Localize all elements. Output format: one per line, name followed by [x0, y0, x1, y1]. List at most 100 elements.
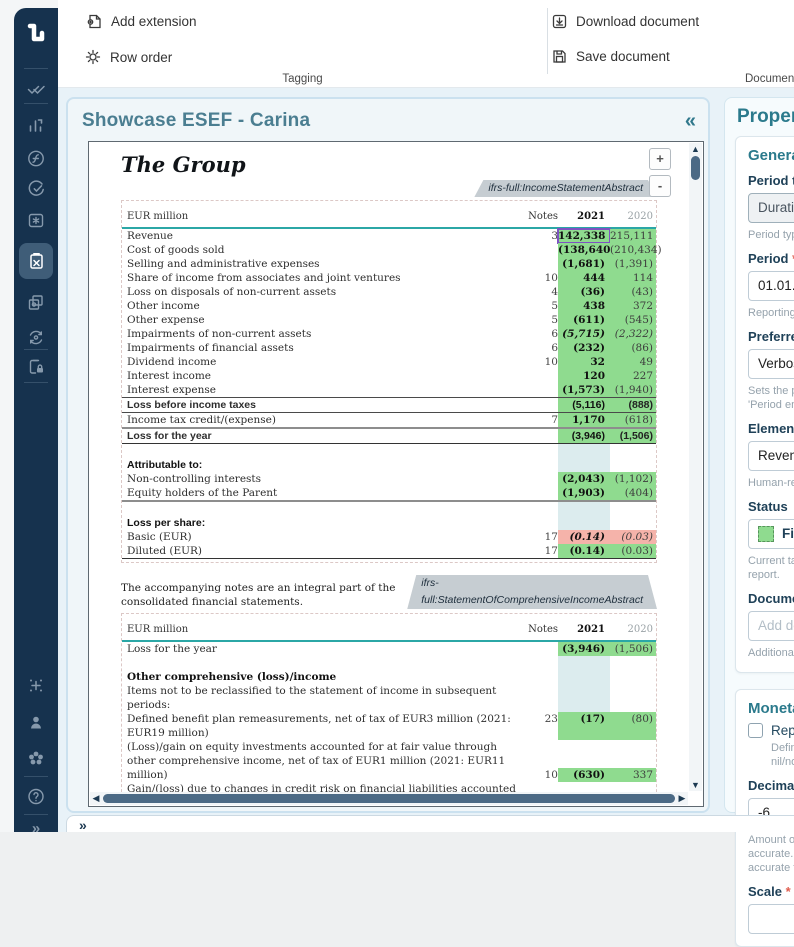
value-2020[interactable]: (1,506) — [610, 642, 656, 656]
expand-bottom-panel-icon[interactable]: » — [79, 817, 87, 833]
table-row[interactable]: Loss per share: — [122, 516, 656, 530]
xbrl-tag-income-statement[interactable]: ifrs-full:IncomeStatementAbstract — [474, 180, 657, 197]
value-2020[interactable]: (1,506) — [610, 429, 656, 443]
value-2020[interactable]: (0.03) — [610, 544, 656, 558]
table-row[interactable]: Other income5438372 — [122, 299, 656, 313]
value-2020[interactable]: (0.03) — [610, 530, 656, 544]
table-row[interactable]: Non-controlling interests(2,043)(1,102) — [122, 472, 656, 486]
value-2021[interactable]: (5,715) — [558, 327, 610, 341]
row-order-button[interactable]: Row order — [84, 48, 172, 66]
table-row[interactable]: Other expense5(611)(545) — [122, 313, 656, 327]
value-2021[interactable]: (17) — [558, 712, 610, 740]
value-2021[interactable] — [558, 670, 610, 684]
value-2020[interactable]: (1,391) — [610, 257, 656, 271]
value-2021[interactable]: (1,903) — [558, 486, 610, 500]
value-2021[interactable] — [558, 684, 610, 712]
table-row[interactable]: Impairments of non-current assets6(5,715… — [122, 327, 656, 341]
value-2021[interactable]: (3,946) — [558, 642, 610, 656]
value-2020[interactable]: (1,940) — [610, 383, 656, 397]
value-2021[interactable]: 32 — [558, 355, 610, 369]
vertical-scroll-thumb[interactable] — [691, 156, 700, 180]
table-row[interactable]: (Loss)/gain on equity investments accoun… — [122, 740, 656, 782]
value-2021[interactable]: (36) — [558, 285, 610, 299]
value-2020[interactable] — [610, 502, 656, 516]
table-row[interactable]: Basic (EUR)17(0.14)(0.03) — [122, 530, 656, 544]
user-icon[interactable] — [27, 713, 46, 732]
table-row[interactable]: Loss for the year(3,946)(1,506) — [122, 642, 656, 656]
value-2021[interactable]: 438 — [558, 299, 610, 313]
value-2020[interactable]: (210,434) — [610, 243, 656, 257]
horizontal-scroll-thumb[interactable] — [103, 794, 675, 803]
value-2021[interactable]: (232) — [558, 341, 610, 355]
table-row[interactable]: Income tax credit/(expense)71,170(618) — [122, 413, 656, 429]
value-2021[interactable]: (0.14) — [558, 544, 610, 558]
scroll-left-icon[interactable]: ◀ — [90, 792, 102, 805]
xbrl-tag-comprehensive-income[interactable]: ifrs-full:StatementOfComprehensiveIncome… — [407, 575, 657, 609]
value-2021[interactable]: 1,170 — [558, 413, 610, 427]
table-row[interactable]: Cost of goods sold(138,640)(210,434) — [122, 243, 656, 257]
table-row[interactable]: Loss on disposals of non-current assets4… — [122, 285, 656, 299]
selected-fact-cell[interactable]: 142,338 — [558, 229, 610, 243]
value-2021[interactable]: (2,043) — [558, 472, 610, 486]
value-2020[interactable]: 114 — [610, 271, 656, 285]
table-row[interactable]: Other comprehensive (loss)/income — [122, 670, 656, 684]
spreadsheet-tagging-icon-active[interactable] — [19, 243, 53, 279]
element-label-input[interactable]: Revenue — [748, 441, 794, 471]
period-type-input[interactable]: Duration — [748, 193, 794, 223]
value-2021[interactable]: (1,681) — [558, 257, 610, 271]
table-row[interactable]: Items not to be reclassified to the stat… — [122, 684, 656, 712]
bar-chart-icon[interactable] — [27, 116, 46, 135]
scale-input[interactable] — [748, 904, 794, 934]
note-star-icon[interactable] — [27, 211, 46, 230]
value-2020[interactable]: 337 — [610, 768, 656, 782]
collapse-panel-icon[interactable]: « — [685, 110, 696, 133]
value-2020[interactable]: (43) — [610, 285, 656, 299]
value-2020[interactable]: (1,102) — [610, 472, 656, 486]
value-2021[interactable]: (138,640) — [558, 243, 610, 257]
table-row[interactable]: Selling and administrative expenses(1,68… — [122, 257, 656, 271]
value-2021[interactable]: (3,946) — [558, 429, 610, 443]
documentation-input[interactable]: Add documentation — [748, 611, 794, 641]
value-2020[interactable]: (545) — [610, 313, 656, 327]
expand-sidebar-icon[interactable]: » — [32, 820, 40, 837]
table-row[interactable]: Gain/(loss) due to changes in credit ris… — [122, 782, 656, 792]
preferred-label-input[interactable]: Verbose label — [748, 349, 794, 379]
table-row[interactable]: Revenue3142,338215,111 — [122, 229, 656, 243]
value-2020[interactable] — [610, 444, 656, 458]
clipboard-lock-icon[interactable] — [27, 357, 46, 376]
value-2020[interactable]: 49 — [610, 355, 656, 369]
value-2021[interactable] — [558, 444, 610, 458]
table-row[interactable] — [122, 502, 656, 516]
table-row[interactable]: Defined benefit plan remeasurements, net… — [122, 712, 656, 740]
value-2021[interactable]: (5,116) — [558, 398, 610, 412]
table-row[interactable]: Loss for the year(3,946)(1,506) — [122, 429, 656, 444]
table-row[interactable]: Dividend income103249 — [122, 355, 656, 369]
save-document-button[interactable]: Save document — [551, 48, 670, 65]
value-2020[interactable]: (2,322) — [610, 327, 656, 341]
app-logo-icon[interactable] — [23, 22, 49, 48]
table-row[interactable] — [122, 444, 656, 458]
table-row[interactable]: Share of income from associates and join… — [122, 271, 656, 285]
add-extension-button[interactable]: Add extension — [86, 13, 197, 30]
value-2020[interactable] — [610, 656, 656, 670]
value-2020[interactable]: (80) — [610, 712, 656, 740]
table-row[interactable]: Interest income120227 — [122, 369, 656, 383]
vertical-scrollbar[interactable]: ▲ ▼ — [689, 143, 702, 791]
value-2021[interactable]: 444 — [558, 271, 610, 285]
copy-settings-icon[interactable] — [27, 293, 46, 312]
value-2021[interactable]: (611) — [558, 313, 610, 327]
scroll-up-icon[interactable]: ▲ — [689, 143, 702, 155]
value-2021[interactable]: (630) — [558, 768, 610, 782]
value-2020[interactable]: (618) — [610, 413, 656, 427]
value-2021[interactable]: 120 — [558, 369, 610, 383]
period-input[interactable]: 01.01.2021 - 31.12.2021 — [748, 271, 794, 301]
horizontal-scrollbar[interactable]: ◀ ▶ — [90, 792, 688, 805]
help-icon[interactable] — [27, 787, 46, 806]
download-document-button[interactable]: Download document — [551, 13, 699, 30]
value-2021[interactable] — [558, 656, 610, 670]
table-row[interactable]: Loss before income taxes(5,116)(888) — [122, 398, 656, 413]
value-2021[interactable] — [558, 516, 610, 530]
value-2021[interactable] — [558, 458, 610, 472]
value-2021[interactable]: (1,573) — [558, 383, 610, 397]
double-check-icon[interactable] — [27, 79, 46, 98]
